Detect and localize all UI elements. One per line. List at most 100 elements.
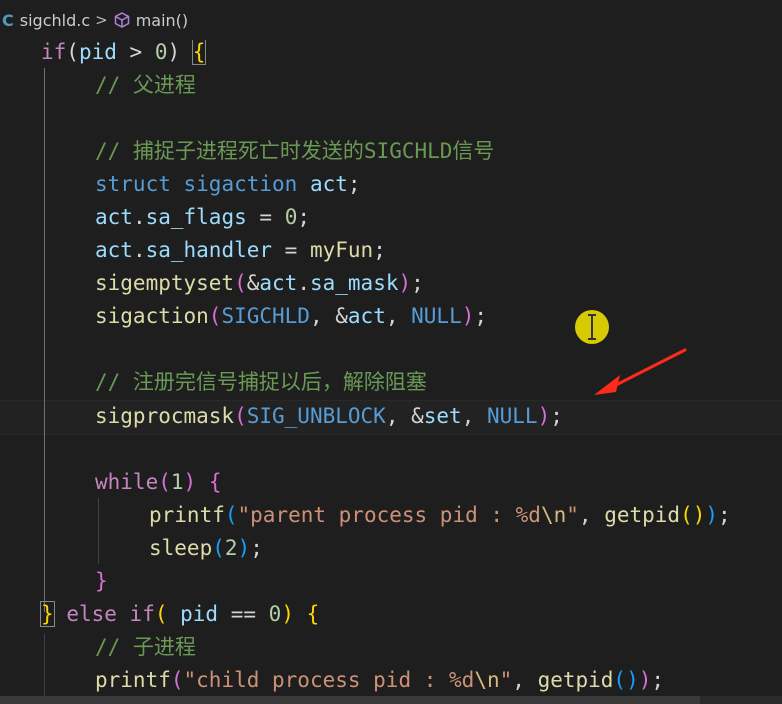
token: ; (411, 271, 424, 295)
code-line[interactable]: printf("parent process pid : %d\n", getp… (149, 499, 731, 532)
scrollbar-thumb[interactable] (0, 696, 700, 704)
code-line[interactable]: // 捕捉子进程死亡时发送的SIGCHLD信号 (95, 135, 494, 168)
token: 0 (284, 205, 298, 229)
breadcrumb-symbol[interactable]: main() (136, 11, 188, 30)
token: ( (212, 536, 225, 560)
token: if (41, 40, 67, 64)
c-file-icon: C (2, 10, 14, 30)
token: 2 (224, 536, 238, 560)
token: set (423, 404, 462, 428)
code-line[interactable]: act.sa_handler = myFun; (95, 234, 386, 267)
token: sa_flags (145, 205, 247, 229)
code-line[interactable]: printf("child process pid : %d\n", getpi… (95, 664, 664, 697)
code-line[interactable]: } (95, 565, 108, 598)
token: () (680, 503, 706, 527)
token: > (116, 40, 155, 64)
code-line[interactable]: struct sigaction act; (95, 168, 361, 201)
code-line[interactable]: sigemptyset(&act.sa_mask); (95, 267, 424, 300)
code-line[interactable]: act.sa_flags = 0; (95, 201, 310, 234)
token: SIGCHLD (221, 304, 310, 328)
token: struct (95, 172, 171, 196)
token: // 捕捉子进程死亡时发送的SIGCHLD信号 (95, 139, 495, 163)
token: == (218, 602, 269, 626)
code-line[interactable]: sigprocmask(SIG_UNBLOCK, &set, NULL); (95, 400, 563, 433)
token: ; (250, 536, 263, 560)
token: } (95, 569, 108, 593)
token: // 父进程 (95, 73, 196, 97)
token: ; (550, 404, 563, 428)
token: sigaction (183, 172, 298, 196)
token: act (259, 271, 298, 295)
horizontal-scrollbar[interactable] (0, 696, 782, 704)
token: printf (95, 668, 171, 692)
code-line[interactable]: } else if( pid == 0) { (40, 598, 319, 631)
token: act (309, 172, 348, 196)
token: ; (347, 172, 361, 196)
token: , (461, 404, 487, 428)
token: \n (474, 668, 500, 692)
token: // 子进程 (95, 635, 196, 659)
token: 1 (170, 470, 184, 494)
token: ) (537, 404, 551, 428)
token: ) (638, 668, 652, 692)
token: = (272, 238, 310, 262)
token: ( (158, 470, 171, 494)
token: ( (154, 602, 181, 626)
token: ( (224, 503, 238, 527)
token: sigprocmask (95, 404, 235, 428)
token: & (246, 271, 260, 295)
breadcrumb-file[interactable]: sigchld.c (20, 11, 90, 30)
token: , & (309, 304, 348, 328)
token: , (512, 668, 538, 692)
token: ) (398, 271, 412, 295)
code-line[interactable]: sigaction(SIGCHLD, &act, NULL); (95, 300, 487, 333)
code-line[interactable]: while(1) { (95, 466, 221, 499)
token: while (95, 470, 159, 494)
token: } (40, 601, 55, 627)
token: ; (651, 668, 665, 692)
token: printf (149, 503, 225, 527)
token: SIG_UNBLOCK (246, 404, 386, 428)
breadcrumb: C sigchld.c > main() (0, 0, 782, 40)
token: ( (234, 404, 247, 428)
code-line[interactable]: // 子进程 (95, 631, 196, 664)
token: \n (540, 503, 567, 527)
token: else (66, 602, 117, 626)
code-line[interactable]: if(pid > 0) { (41, 40, 207, 69)
token: , & (385, 404, 424, 428)
cube-icon (114, 12, 129, 28)
token: ) (461, 304, 475, 328)
token: 0 (268, 602, 282, 626)
breadcrumb-separator: > (95, 11, 108, 29)
token: , (578, 503, 605, 527)
token: " (499, 668, 513, 692)
token: act (95, 238, 133, 262)
token: NULL (411, 304, 462, 328)
token: ) (167, 40, 193, 64)
token: . (132, 205, 146, 229)
indent-guide (98, 498, 99, 564)
token: . (297, 271, 310, 295)
token: ( (208, 304, 222, 328)
indent-guide (44, 634, 45, 704)
token: // 注册完信号捕捉以后，解除阻塞 (95, 370, 427, 394)
code-line[interactable]: // 父进程 (95, 69, 196, 102)
token: { (208, 470, 222, 494)
token: sigemptyset (95, 271, 235, 295)
token: "parent process pid : %d (237, 503, 541, 527)
token: act (347, 304, 386, 328)
token: ) (281, 602, 307, 626)
text-cursor-icon (588, 314, 596, 340)
token: ; (718, 503, 731, 527)
token: act (95, 205, 133, 229)
token: myFun (309, 238, 374, 262)
token: ) (237, 536, 251, 560)
token: ( (234, 271, 247, 295)
code-line[interactable]: // 注册完信号捕捉以后，解除阻塞 (95, 366, 427, 399)
code-line[interactable]: sleep(2); (149, 532, 263, 565)
token: ( (66, 40, 79, 64)
